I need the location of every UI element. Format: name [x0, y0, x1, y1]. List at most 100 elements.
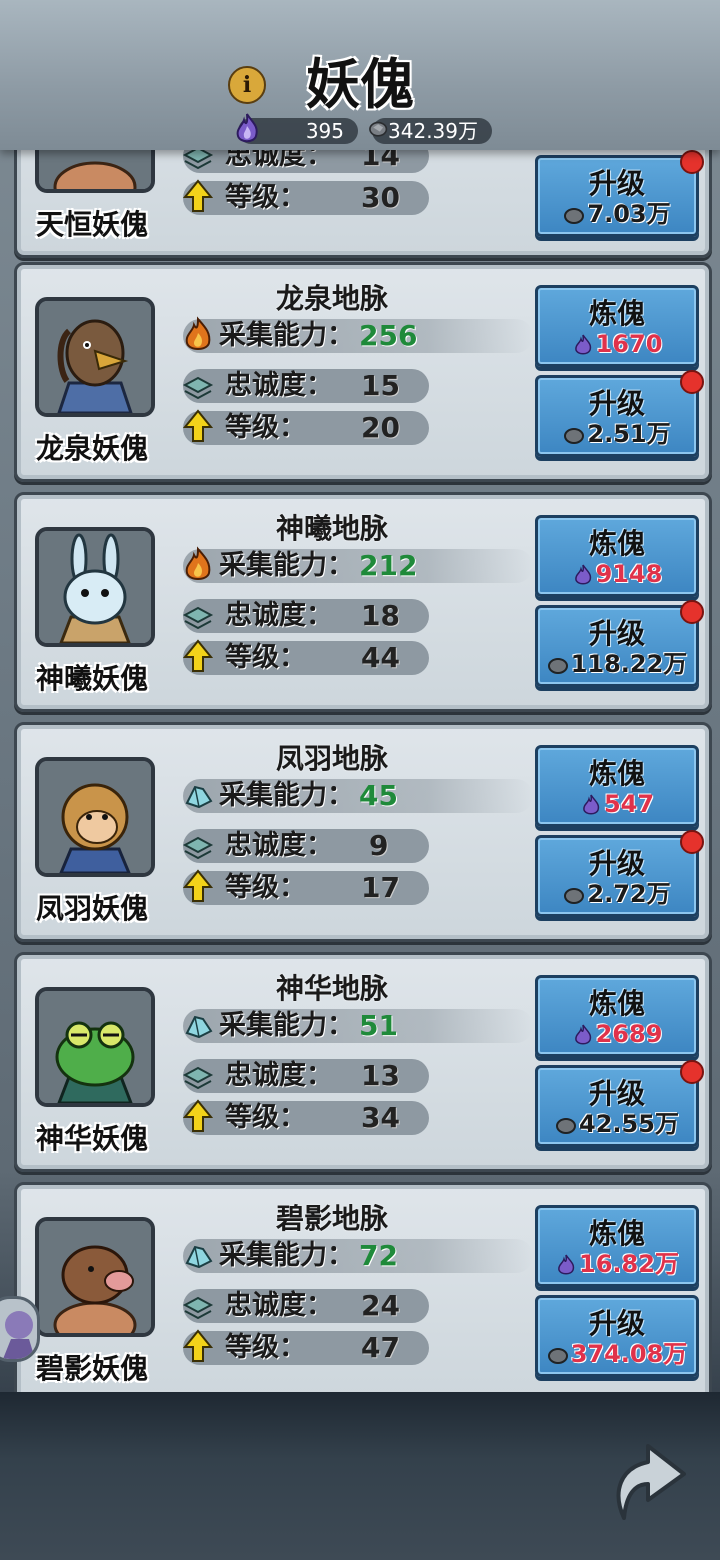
refine-cost: 16.82万: [538, 1250, 696, 1278]
upgrade-button[interactable]: 升级 2.72万: [535, 830, 704, 917]
level-row: 等级： 20: [182, 409, 429, 445]
level-row: 等级： 47: [182, 1329, 429, 1365]
creature-name: 神曦妖傀: [35, 662, 148, 695]
loyalty-value: 13: [361, 1059, 400, 1092]
upgrade-button[interactable]: 升级 2.51万: [535, 370, 704, 457]
layers-icon: [182, 606, 214, 630]
creature-portrait: [35, 757, 155, 877]
level-value: 44: [361, 641, 400, 674]
purple-flame-icon: [583, 794, 600, 815]
gather-label: 采集能力：: [219, 780, 354, 811]
ore-stone-icon: [556, 1118, 577, 1134]
ore-stone-icon: [564, 208, 585, 224]
creature-portrait-art: [39, 1221, 151, 1333]
creature-name: 天恒妖傀: [35, 208, 148, 241]
creature-card: 凤羽地脉 凤羽妖傀 采集能力： 45 忠诚度： 9 等级： 17 炼傀 547 …: [14, 722, 712, 942]
gather-row: 采集能力： 72: [183, 1239, 533, 1273]
level-label: 等级：: [225, 182, 306, 213]
refine-button[interactable]: 炼傀 547: [535, 745, 699, 827]
ore-stone-icon: [564, 888, 585, 904]
gather-value: 256: [359, 319, 418, 352]
level-row: 等级： 17: [182, 869, 429, 905]
refine-button[interactable]: 炼傀 9148: [535, 515, 699, 597]
creature-card: 神曦地脉 神曦妖傀 采集能力： 212 忠诚度： 18 等级： 44 炼傀 91…: [14, 492, 712, 712]
vein-name: 碧影地脉: [275, 1202, 388, 1235]
level-value: 34: [361, 1101, 400, 1134]
gather-value: 212: [359, 549, 418, 582]
vein-name: 凤羽地脉: [275, 742, 388, 775]
loyalty-value: 24: [361, 1289, 400, 1322]
level-row: 等级： 30: [182, 179, 429, 215]
refine-button[interactable]: 炼傀 1670: [535, 285, 699, 367]
refine-button[interactable]: 炼傀 2689: [535, 975, 699, 1057]
return-arrow-icon[interactable]: [596, 1432, 692, 1528]
notification-dot: [680, 600, 704, 624]
up-arrow-icon: [182, 179, 214, 212]
refine-button-label: 炼傀: [588, 757, 645, 790]
crystal-icon: [185, 785, 213, 809]
loyalty-label: 忠诚度：: [225, 600, 333, 631]
level-value: 30: [361, 181, 400, 214]
loyalty-row: 忠诚度： 15: [182, 369, 429, 403]
refine-cost: 9148: [538, 560, 696, 588]
loyalty-value: 15: [361, 369, 400, 402]
upgrade-button-label: 升级: [588, 167, 645, 200]
creature-portrait-art: [39, 531, 151, 643]
gather-label: 采集能力：: [219, 1240, 354, 1271]
upgrade-button[interactable]: 升级 374.08万: [535, 1295, 699, 1377]
creature-name: 凤羽妖傀: [35, 892, 148, 925]
gather-value: 72: [359, 1239, 398, 1272]
ore-stone-icon: [564, 428, 585, 444]
creature-portrait-art: [39, 301, 151, 413]
upgrade-cost: 2.72万: [538, 880, 696, 908]
creature-portrait: [35, 297, 155, 417]
refine-button-label: 炼傀: [588, 987, 645, 1020]
up-arrow-icon: [182, 1099, 214, 1132]
loyalty-row: 忠诚度： 9: [182, 829, 429, 863]
stone-value: 342.39万: [388, 119, 478, 143]
upgrade-cost-value: 7.03万: [587, 200, 671, 228]
floating-avatar[interactable]: [0, 1296, 40, 1362]
upgrade-cost: 42.55万: [538, 1110, 696, 1138]
loyalty-row: 忠诚度： 24: [182, 1289, 429, 1323]
refine-button[interactable]: 炼傀 16.82万: [535, 1205, 699, 1287]
ore-stone-icon: [547, 1348, 568, 1364]
upgrade-button[interactable]: 升级 7.03万: [535, 150, 704, 237]
gather-label: 采集能力：: [219, 320, 354, 351]
layers-icon: [182, 376, 214, 400]
refine-cost: 547: [538, 790, 696, 818]
up-arrow-icon: [182, 639, 214, 672]
loyalty-label: 忠诚度：: [225, 1290, 333, 1321]
upgrade-button[interactable]: 升级 42.55万: [535, 1060, 704, 1147]
page-title: 妖傀: [306, 52, 414, 116]
refine-button-label: 炼傀: [588, 297, 645, 330]
refine-cost-value: 16.82万: [579, 1250, 679, 1278]
purple-flame-icon: [558, 1254, 575, 1275]
upgrade-cost-value: 42.55万: [579, 1110, 679, 1138]
gather-row: 采集能力： 45: [183, 779, 533, 813]
gather-label: 采集能力：: [219, 550, 354, 581]
refine-cost-value: 2689: [595, 1020, 663, 1048]
up-arrow-icon: [182, 869, 214, 902]
creature-portrait-art: [39, 991, 151, 1103]
notification-dot: [680, 150, 704, 174]
gather-value: 45: [359, 779, 398, 812]
ore-stone-icon: [547, 658, 568, 674]
purple-flame-icon: [574, 1024, 591, 1045]
creature-portrait: [35, 1217, 155, 1337]
purple-flame-icon: [236, 113, 258, 143]
soul-resource: 395: [236, 113, 358, 144]
upgrade-cost: 7.03万: [538, 200, 696, 228]
level-row: 等级： 44: [182, 639, 429, 675]
gather-label: 采集能力：: [219, 1010, 354, 1041]
creature-card: 神华地脉 神华妖傀 采集能力： 51 忠诚度： 13 等级： 34 炼傀 268…: [14, 952, 712, 1172]
loyalty-value: 9: [369, 829, 389, 862]
notification-dot: [680, 370, 704, 394]
vein-name: 龙泉地脉: [275, 282, 388, 315]
upgrade-button[interactable]: 升级 118.22万: [535, 600, 704, 687]
crystal-icon: [185, 1015, 213, 1039]
vein-name: 神曦地脉: [275, 512, 388, 545]
creature-name: 神华妖傀: [35, 1122, 148, 1155]
refine-cost-value: 1670: [595, 330, 663, 358]
level-value: 20: [361, 411, 400, 444]
